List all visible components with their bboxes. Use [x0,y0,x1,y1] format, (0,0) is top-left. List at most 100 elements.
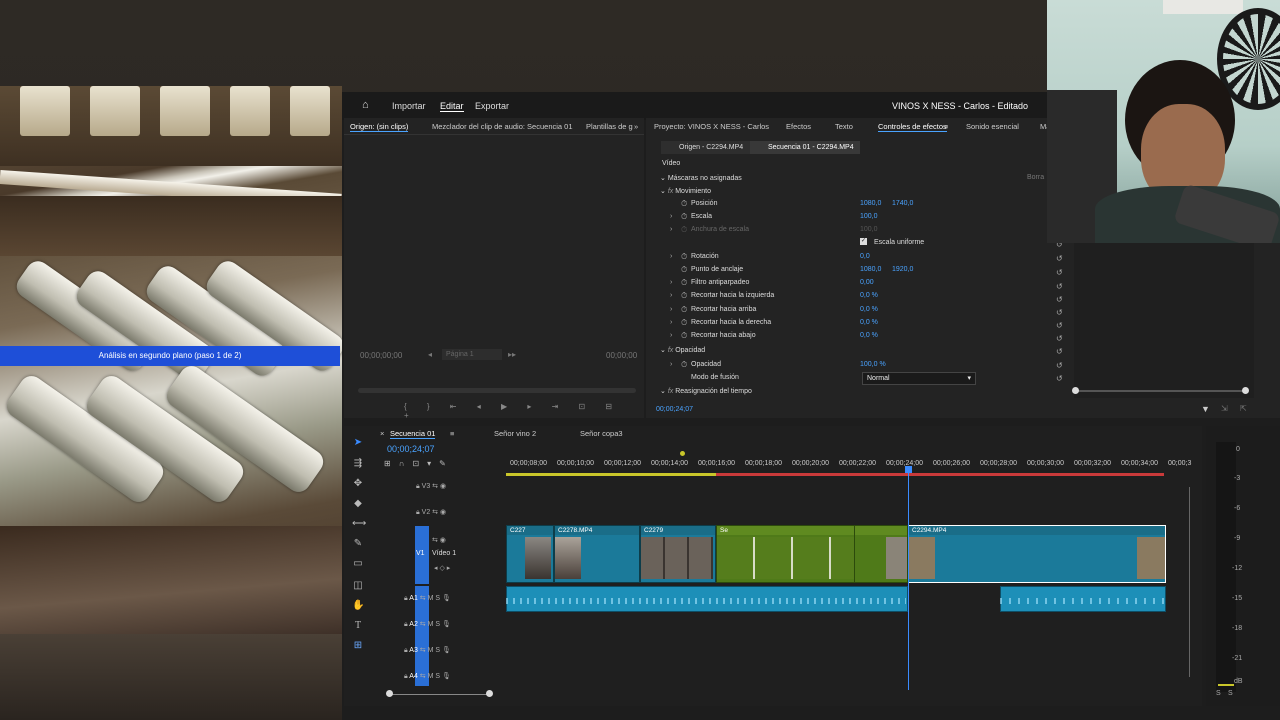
expand-icon[interactable]: › [670,306,672,313]
solo-button[interactable]: S [1228,690,1233,697]
stopwatch-icon[interactable]: ⏱ [681,278,687,288]
stopwatch-icon[interactable]: ⏱ [681,360,687,370]
tab-text[interactable]: Texto [835,122,853,131]
prop-crop-bottom[interactable]: › ⏱ Recortar hacia abajo 0,0 % [646,330,1066,343]
tab-project[interactable]: Proyecto: VINOS X NESS - Carlos [654,122,769,131]
home-icon[interactable]: ⌂ [362,99,369,111]
clip-tab-origin[interactable]: Origen - C2294.MP4 [661,141,761,154]
expand-icon[interactable]: › [670,253,672,260]
prop-value[interactable]: 0,0 % [860,319,878,326]
v1-sync-icon[interactable]: ⇆ ◉ [432,536,446,544]
clip[interactable]: C2279 [640,525,716,583]
more-tabs-icon[interactable]: » [634,122,638,131]
reset-icon[interactable]: ↺ [1056,254,1063,263]
prop-value[interactable]: 100,0 [860,213,878,220]
prop-crop-top[interactable]: › ⏱ Recortar hacia arriba 0,0 % [646,304,1066,317]
prop-value[interactable]: 100,0 % [860,361,886,368]
motion-row[interactable]: ⌄ fx Movimiento [660,187,711,195]
tab-source[interactable]: Origen: (sin clips) [350,122,409,132]
share-icon[interactable]: ⇱ [1240,404,1247,413]
menu-icon[interactable]: ≡ [944,122,948,131]
stopwatch-icon[interactable]: ⏱ [681,265,687,275]
source-scrub-bar[interactable] [358,388,636,393]
prop-crop-left[interactable]: › ⏱ Recortar hacia la izquierda 0,0 % [646,290,1066,303]
expand-icon[interactable]: › [670,279,672,286]
zoom-handle-right[interactable] [486,690,493,697]
clip[interactable]: Se [716,525,856,583]
prop-antiflicker[interactable]: › ⏱ Filtro antiparpadeo 0,00 [646,277,1066,290]
reset-icon[interactable]: ↺ [1056,308,1063,317]
mini-timeline-scroll[interactable] [1074,390,1246,392]
selection-tool-icon[interactable]: ➤ [352,437,364,449]
expand-icon[interactable]: › [670,213,672,220]
stopwatch-icon[interactable]: ⏱ [681,331,687,341]
tab-sequence-01[interactable]: Secuencia 01 [390,429,436,439]
menu-icon[interactable]: ≡ [450,429,454,438]
clip[interactable]: C2278.MP4 [554,525,640,583]
rectangle-icon[interactable]: ▭ [352,558,364,570]
stopwatch-icon[interactable]: ⏱ [681,318,687,328]
prop-uniform-scale[interactable]: ✓ Escala uniforme [646,237,1066,250]
tab-templates[interactable]: Plantillas de g [586,122,633,131]
prop-rotation[interactable]: › ⏱ Rotación 0,0 [646,251,1066,264]
timeline-zoom-bar[interactable] [390,694,490,695]
clip-tab-sequence[interactable]: Secuencia 01 - C2294.MP4 [750,141,860,154]
blend-mode-select[interactable]: Normal ▾ [862,372,976,385]
reset-icon[interactable]: ↺ [1056,361,1063,370]
expand-icon[interactable]: › [670,292,672,299]
prop-crop-right[interactable]: › ⏱ Recortar hacia la derecha 0,0 % [646,317,1066,330]
solo-button[interactable]: S [1216,690,1221,697]
expand-icon[interactable]: › [670,361,672,368]
page-select[interactable]: Página 1 [442,349,502,360]
clip-selected[interactable]: C2294.MP4 [908,525,1166,583]
stopwatch-icon[interactable]: ⏱ [681,305,687,315]
nav-importar[interactable]: Importar [392,101,426,111]
reset-icon[interactable]: ↺ [1056,268,1063,277]
expand-icon[interactable]: › [670,332,672,339]
prop-value[interactable]: 0,0 % [860,332,878,339]
track-a3-controls[interactable]: 🔒︎ A3 ⇆ M S 🎙︎ [404,646,451,655]
zoom-handle-left[interactable] [386,690,393,697]
prop-value[interactable]: 0,0 % [860,306,878,313]
track-select-icon[interactable]: ⇶ [352,458,364,470]
track-v2-controls[interactable]: 🔒︎ V2 ⇆ ◉ [416,508,446,517]
slip-icon[interactable]: ⟷ [352,518,366,530]
track-a2-controls[interactable]: 🔒︎ A2 ⇆ M S 🎙︎ [404,620,451,629]
tab-effect-controls[interactable]: Controles de efectos [878,122,947,132]
reset-icon[interactable]: ↺ [1056,347,1063,356]
prop-position[interactable]: ⏱ Posición 1080,0 1740,0 [646,198,1066,211]
track-v3-controls[interactable]: 🔒︎ V3 ⇆ ◉ [416,482,446,491]
vertical-scrollbar[interactable] [1189,487,1190,677]
effect-mini-timeline[interactable] [1074,238,1254,398]
stopwatch-icon[interactable]: ⏱ [681,199,687,209]
timeline-tools[interactable]: ⊞∩⊡▾✎ [384,459,494,471]
prop-value[interactable]: 0,00 [860,279,874,286]
reset-icon[interactable]: ↺ [1056,321,1063,330]
time-remap-row[interactable]: ⌄ fx Reasignación del tiempo [660,387,752,395]
frame-icon[interactable]: ◫ [352,580,364,592]
page-prev-icon[interactable]: ◂ [428,350,432,359]
track-v1-label[interactable]: V1 [416,550,425,557]
prop-value-y[interactable]: 1740,0 [892,200,913,207]
reset-icon[interactable]: ↺ [1056,295,1063,304]
razor-icon[interactable]: ◆ [352,498,364,510]
hand-icon[interactable]: ✋ [352,600,364,612]
tab-essential-sound[interactable]: Sonido esencial [966,122,1019,131]
export-frame-icon[interactable]: ⇲ [1221,404,1228,413]
filter-icon[interactable]: ▼ [1201,404,1210,414]
timeline-timecode[interactable]: 00;00;24;07 [387,444,435,454]
tab-senor-copa3[interactable]: Señor copa3 [580,429,623,438]
scroll-handle-left[interactable] [1072,387,1079,394]
prop-opacity[interactable]: › ⏱ Opacidad 100,0 % [646,359,1066,372]
prop-value[interactable]: 0,0 % [860,292,878,299]
prop-value-y[interactable]: 1920,0 [892,266,913,273]
reset-icon[interactable]: ↺ [1056,374,1063,383]
nav-editar[interactable]: Editar [440,101,464,112]
clip[interactable]: C227 [506,525,554,583]
transport-controls[interactable]: { } ⇤ ◂ ▶ ▸ ⇥ ⊡ ⊟ + [404,402,644,420]
page-next-icon[interactable]: ▸▸ [508,350,516,359]
opacity-section-row[interactable]: ⌄ fx Opacidad [660,346,705,354]
tab-audio-mixer[interactable]: Mezclador del clip de audio: Secuencia 0… [432,122,573,131]
scroll-handle-right[interactable] [1242,387,1249,394]
prop-anchor[interactable]: ⏱ Punto de anclaje 1080,0 1920,0 [646,264,1066,277]
